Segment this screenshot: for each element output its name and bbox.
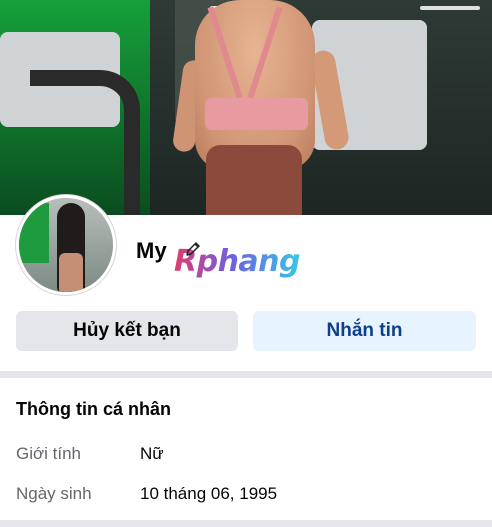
gender-label: Giới tính	[16, 444, 82, 463]
profile-name: My	[136, 238, 167, 263]
sports-bra	[205, 98, 308, 130]
pencil-icon[interactable]	[184, 240, 202, 258]
section-title: Thông tin cá nhân	[16, 399, 171, 419]
message-button[interactable]: Nhắn tin	[253, 311, 476, 351]
shorts	[206, 145, 302, 215]
section-divider	[0, 520, 492, 527]
avatar-wall	[19, 203, 49, 263]
avatar[interactable]	[16, 195, 116, 295]
section-divider	[0, 371, 492, 378]
birthday-label: Ngày sinh	[16, 484, 92, 503]
treadmill-handle-left	[30, 70, 140, 215]
unfriend-button[interactable]: Hủy kết bạn	[16, 311, 238, 351]
ceiling-light	[420, 6, 480, 10]
birthday-value: 10 tháng 06, 1995	[140, 484, 278, 503]
gender-value: Nữ	[140, 444, 164, 463]
cover-photo[interactable]	[0, 0, 492, 215]
avatar-legs	[59, 253, 83, 292]
